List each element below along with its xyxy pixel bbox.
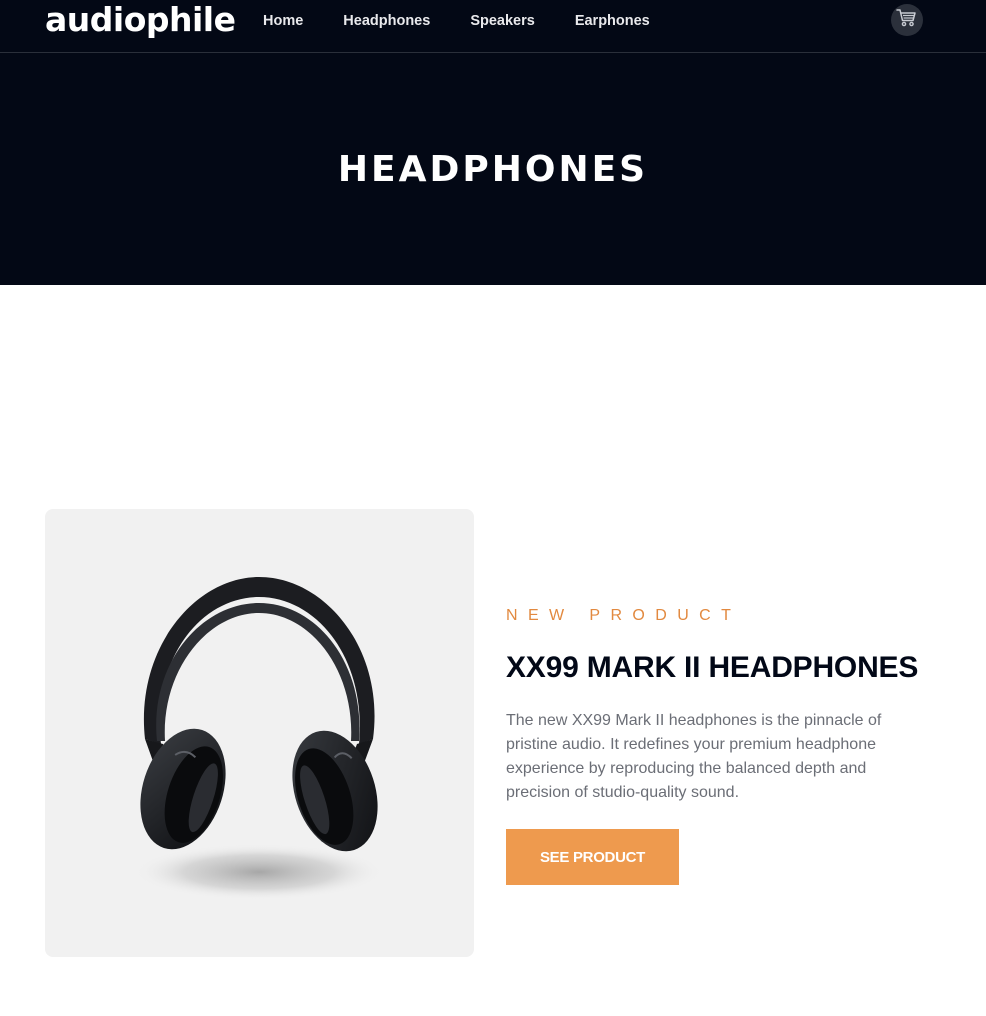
logo[interactable]: audiophile — [45, 0, 236, 40]
main-nav: Home Headphones Speakers Earphones — [263, 12, 690, 30]
nav-earphones-link[interactable]: Earphones — [575, 12, 650, 30]
product-title: XX99 MARK II HEADPHONES — [506, 651, 919, 684]
headphones-image — [134, 577, 384, 900]
nav-speakers-link[interactable]: Speakers — [470, 12, 535, 30]
nav-home-link[interactable]: Home — [263, 12, 303, 30]
cart-button[interactable] — [891, 4, 923, 36]
new-product-label: NEW PRODUCT — [506, 607, 742, 624]
product-description: The new XX99 Mark II headphones is the p… — [506, 712, 882, 801]
top-navigation-bar: audiophile Home Headphones Speakers Earp… — [0, 0, 986, 53]
product-image-card — [45, 509, 474, 957]
nav-headphones-link[interactable]: Headphones — [343, 12, 430, 30]
cart-icon — [896, 8, 918, 33]
category-title: HEADPHONES — [337, 149, 649, 190]
see-product-button[interactable]: SEE PRODUCT — [506, 829, 679, 885]
category-hero: HEADPHONES — [0, 53, 986, 285]
